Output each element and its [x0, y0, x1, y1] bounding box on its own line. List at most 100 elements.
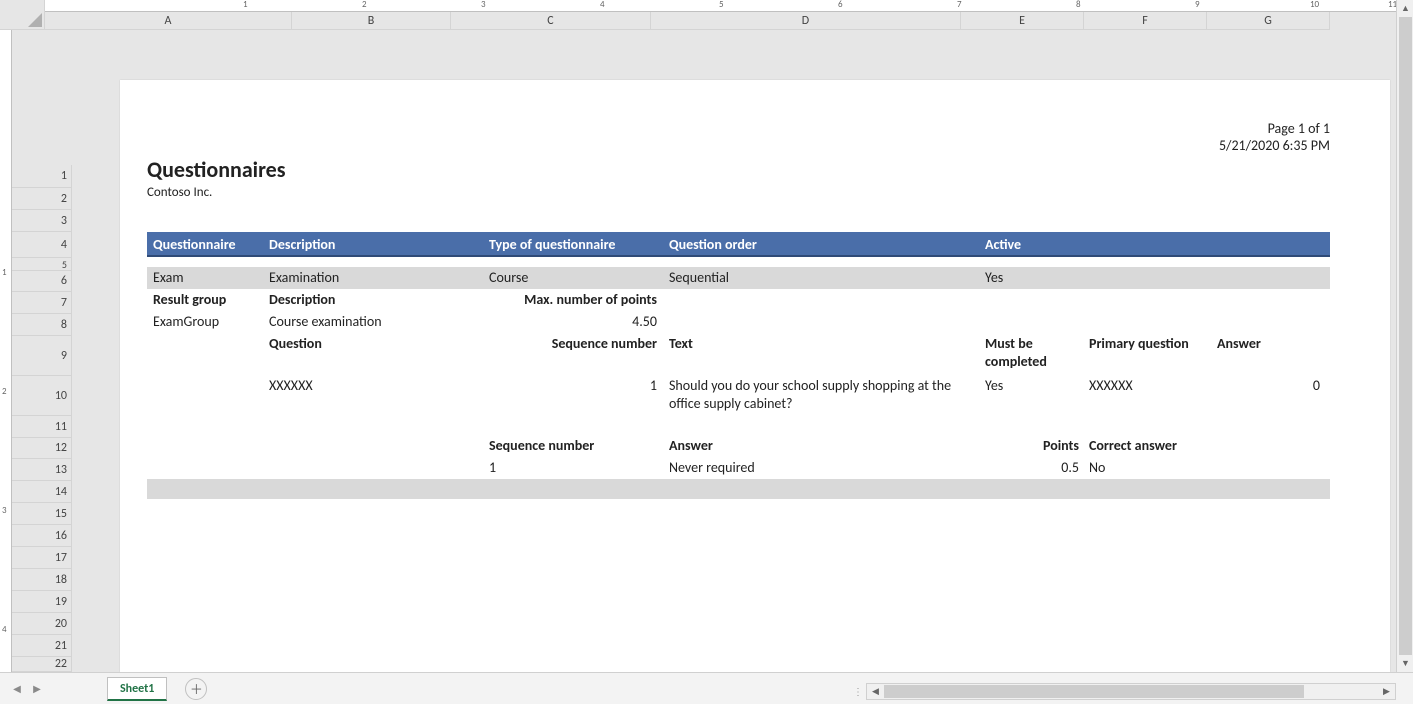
column-header[interactable]: B: [292, 12, 451, 30]
ruler-tick: 3: [481, 0, 486, 10]
cell-points: 0.5: [1036, 457, 1083, 479]
cell-answer-seq: 1: [483, 457, 663, 479]
horizontal-scrollbar[interactable]: ◀ ▶: [866, 683, 1396, 700]
timestamp: 5/21/2020 6:35 PM: [147, 137, 1330, 154]
cell-primary: XXXXXX: [1083, 377, 1211, 417]
spacer: [147, 435, 483, 457]
spacer: [147, 335, 263, 375]
header-result-group: Result group: [147, 289, 263, 311]
row-header[interactable]: 6: [12, 271, 72, 292]
header-answer-text: Answer: [663, 435, 1036, 457]
ruler-tick: 10: [1310, 0, 1319, 10]
row-header[interactable]: 19: [12, 591, 72, 613]
ruler-tick: 2: [2, 386, 7, 397]
header-active: Active: [979, 232, 1083, 255]
ruler-tick: 1: [243, 0, 248, 10]
row-header[interactable]: 5: [12, 258, 72, 271]
row-header[interactable]: 22: [12, 657, 72, 672]
cell-question: XXXXXX: [263, 377, 523, 417]
header-max-points: Max. number of points: [483, 289, 663, 311]
ruler-tick: 4: [600, 0, 605, 10]
scroll-right-arrow-icon[interactable]: ▶: [1378, 684, 1395, 699]
column-header[interactable]: D: [651, 12, 961, 30]
vertical-ruler: 1 2 3 4: [0, 30, 12, 672]
page-number: Page 1 of 1: [147, 120, 1330, 137]
tab-nav-prev-icon[interactable]: ◀: [8, 678, 26, 700]
plus-icon: ＋: [190, 679, 203, 698]
row-header[interactable]: 13: [12, 459, 72, 481]
cell-must: Yes: [979, 377, 1083, 417]
vertical-scrollbar[interactable]: ▲ ▼: [1396, 0, 1413, 672]
header-question: Question: [263, 335, 523, 375]
row-header[interactable]: 21: [12, 635, 72, 657]
tab-nav-next-icon[interactable]: ▶: [28, 678, 46, 700]
horizontal-scroll-thumb[interactable]: [884, 685, 1304, 698]
header-answer-seq: Sequence number: [483, 435, 663, 457]
ruler-tick: 9: [1195, 0, 1200, 10]
header-points: Points: [1036, 435, 1083, 457]
cell-text: Should you do your school supply shoppin…: [663, 377, 979, 417]
ruler-tick: 4: [2, 624, 7, 635]
cell-correct: No: [1083, 457, 1183, 479]
cell-result-group: ExamGroup: [147, 311, 263, 333]
header-must: Must be completed: [979, 335, 1083, 375]
row-header[interactable]: 16: [12, 525, 72, 547]
cell-type: Course: [483, 267, 663, 289]
ruler-tick: 2: [362, 0, 367, 10]
scroll-up-arrow-icon[interactable]: ▲: [1397, 0, 1413, 17]
add-sheet-button[interactable]: ＋: [185, 678, 207, 700]
select-all-triangle[interactable]: [0, 0, 45, 30]
column-header[interactable]: G: [1207, 12, 1330, 30]
row-header[interactable]: 7: [12, 292, 72, 314]
header-questionnaire: Questionnaire: [147, 232, 263, 255]
horizontal-ruler: 1 2 3 4 5 6 7 8 9 10 11: [45, 0, 1396, 12]
header-type: Type of questionnaire: [483, 232, 663, 255]
column-header[interactable]: E: [961, 12, 1084, 30]
row-headers[interactable]: 1 2 3 4 5 6 7 8 9 10 11 12 13 14 15 16 1…: [12, 30, 45, 672]
column-headers[interactable]: A B C D E F G: [45, 12, 1396, 30]
header-description: Description: [263, 232, 483, 255]
row-header[interactable]: 4: [12, 232, 72, 258]
header-text: Text: [663, 335, 979, 375]
column-header[interactable]: A: [45, 12, 292, 30]
cell-seq: 1: [523, 377, 663, 417]
group-header-row: Result group Description Max. number of …: [147, 289, 1330, 311]
worksheet-area: 1 2 3 4 5 6 7 8 9 10 11 A B C D E F G 1 …: [0, 0, 1396, 672]
ruler-tick: 7: [957, 0, 962, 10]
company-name: Contoso Inc.: [147, 185, 1330, 200]
question-data-row: XXXXXX 1 Should you do your school suppl…: [147, 375, 1330, 417]
row-header[interactable]: 18: [12, 569, 72, 591]
row-header[interactable]: 1: [12, 165, 72, 188]
header-primary: Primary question: [1083, 335, 1211, 375]
cell-max-points: 4.50: [483, 311, 663, 333]
scroll-left-arrow-icon[interactable]: ◀: [867, 684, 884, 699]
vertical-scroll-thumb[interactable]: [1399, 17, 1412, 655]
row-header[interactable]: 14: [12, 481, 72, 503]
print-page[interactable]: Page 1 of 1 5/21/2020 6:35 PM Questionna…: [120, 80, 1390, 672]
row-header[interactable]: 8: [12, 314, 72, 336]
sheet-tab-bar: ◀ ▶ Sheet1 ＋ ⋮ ◀ ▶: [0, 672, 1413, 704]
scroll-down-arrow-icon[interactable]: ▼: [1397, 655, 1413, 672]
row-header[interactable]: 11: [12, 416, 72, 438]
row-header[interactable]: 9: [12, 336, 72, 376]
answer-data-row: 1 Never required 0.5 No: [147, 457, 1330, 479]
ruler-tick: 5: [719, 0, 724, 10]
spacer: [147, 377, 263, 417]
group-data-row: ExamGroup Course examination 4.50: [147, 311, 1330, 333]
ruler-tick: 1: [2, 267, 7, 278]
horizontal-scroll-track[interactable]: [884, 684, 1378, 699]
column-header[interactable]: F: [1084, 12, 1207, 30]
row-header[interactable]: 10: [12, 376, 72, 416]
row-header[interactable]: 12: [12, 438, 72, 459]
cell-active: Yes: [979, 267, 1083, 289]
row-header[interactable]: 20: [12, 613, 72, 635]
row-header[interactable]: 15: [12, 503, 72, 525]
cell-questionnaire: Exam: [147, 267, 263, 289]
row-header[interactable]: 3: [12, 210, 72, 232]
footer-bar: [147, 479, 1330, 499]
row-header[interactable]: 17: [12, 547, 72, 569]
column-header[interactable]: C: [451, 12, 651, 30]
tab-scroll-splitter[interactable]: ⋮: [855, 683, 861, 700]
row-header[interactable]: 2: [12, 188, 72, 210]
sheet-tab[interactable]: Sheet1: [107, 677, 167, 701]
